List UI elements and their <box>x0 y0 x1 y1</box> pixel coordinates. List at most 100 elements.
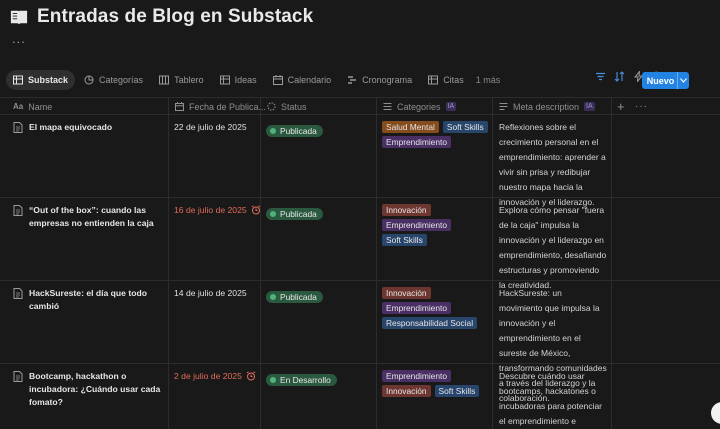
row-categories[interactable]: Innovación Emprendimiento Soft Skills <box>382 204 492 246</box>
row-status[interactable]: Publicada <box>266 121 323 139</box>
timeline-icon <box>348 76 357 84</box>
tab-label: Categorías <box>99 75 144 85</box>
calendar-icon <box>175 102 184 111</box>
text-icon: Aa <box>13 102 24 111</box>
table-icon <box>13 75 23 85</box>
tab-ideas[interactable]: Ideas <box>213 70 264 90</box>
category-tag[interactable]: Emprendimiento <box>382 219 451 231</box>
tab-label: Cronograma <box>362 75 413 85</box>
page-title: Entradas de Blog en Substack <box>37 6 314 27</box>
row-status[interactable]: En Desarrollo <box>266 370 337 388</box>
row-description[interactable]: Descubre cuándo usar bootcamps, hackaton… <box>499 369 607 429</box>
column-header-name[interactable]: Aa Name <box>8 98 52 115</box>
tab-cronograma[interactable]: Cronograma <box>340 70 419 90</box>
chevron-down-icon[interactable] <box>677 72 689 89</box>
category-tag[interactable]: Emprendimiento <box>382 302 451 314</box>
page-title-bar: Entradas de Blog en Substack <box>10 5 313 29</box>
tab-substack[interactable]: Substack <box>6 70 76 90</box>
row-categories[interactable]: Salud Mental Soft Skills Emprendimiento <box>382 121 492 148</box>
category-tag[interactable]: Emprendimiento <box>382 136 451 148</box>
column-options-button[interactable]: ··· <box>630 98 648 115</box>
table-row[interactable]: El mapa equivocado 22 de julio de 2025 P… <box>0 115 720 207</box>
view-bar: Substack Categorías Tablero Ideas Calend… <box>0 68 720 94</box>
tab-label: Ideas <box>234 75 257 85</box>
table-row[interactable]: Bootcamp, hackathon o incubadora: ¿Cuánd… <box>0 364 720 429</box>
tab-label: Tablero <box>174 75 204 85</box>
category-tag[interactable]: Soft Skills <box>382 234 427 246</box>
tab-label: Calendario <box>287 75 332 85</box>
board-icon <box>159 75 170 85</box>
row-name[interactable]: Bootcamp, hackathon o incubadora: ¿Cuánd… <box>13 370 163 409</box>
column-label: Categories <box>397 101 441 112</box>
table-row[interactable]: “Out of the box”: cuando las empresas no… <box>0 198 720 290</box>
new-button[interactable]: Nuevo <box>642 72 689 89</box>
status-dot <box>270 128 276 134</box>
column-label: Meta description <box>513 101 580 112</box>
date-text: 22 de julio de 2025 <box>174 122 247 132</box>
ai-badge: IA <box>584 102 595 111</box>
sort-icon[interactable] <box>614 71 625 82</box>
lines-icon <box>499 102 508 111</box>
status-icon <box>267 102 276 111</box>
table-row[interactable]: HackSureste: el día que todo cambió 14 d… <box>0 281 720 403</box>
status-text: Publicada <box>280 126 317 136</box>
page-more-button[interactable]: ... <box>12 31 26 46</box>
status-badge: Publicada <box>266 208 323 220</box>
row-categories[interactable]: Emprendimiento Innovación Soft Skills <box>382 370 492 397</box>
more-views-button[interactable]: 1 más <box>473 70 504 90</box>
category-tag[interactable]: Salud Mental <box>382 121 439 133</box>
status-badge: En Desarrollo <box>266 374 337 386</box>
filter-icon[interactable] <box>595 71 606 82</box>
row-date[interactable]: 22 de julio de 2025 <box>174 122 247 132</box>
status-badge: Publicada <box>266 125 323 137</box>
alarm-icon <box>251 205 260 215</box>
table-header: Aa Name Fecha de Publica... Status Categ… <box>0 97 720 115</box>
row-description[interactable]: Explora cómo pensar "fuera de la caja" i… <box>499 203 607 293</box>
row-date[interactable]: 16 de julio de 2025 <box>174 205 261 215</box>
document-icon <box>13 122 23 133</box>
category-tag[interactable]: Innovación <box>382 287 431 299</box>
status-dot <box>270 377 276 383</box>
row-status[interactable]: Publicada <box>266 204 323 222</box>
tab-categorias[interactable]: Categorías <box>77 70 150 90</box>
pie-chart-icon <box>84 75 94 85</box>
book-icon <box>10 10 28 25</box>
tab-citas[interactable]: Citas <box>421 70 471 90</box>
column-label: Name <box>28 101 53 112</box>
tab-tablero[interactable]: Tablero <box>152 70 211 90</box>
row-status[interactable]: Publicada <box>266 287 323 305</box>
view-tabs: Substack Categorías Tablero Ideas Calend… <box>6 70 505 90</box>
row-name[interactable]: HackSureste: el día que todo cambió <box>13 287 163 313</box>
category-tag[interactable]: Soft Skills <box>442 121 488 133</box>
category-tag[interactable]: Innovación <box>382 385 431 397</box>
status-text: En Desarrollo <box>280 375 331 385</box>
date-text: 14 de julio de 2025 <box>174 288 247 298</box>
table-icon <box>219 75 230 85</box>
column-header-meta-description[interactable]: Meta description IA <box>494 98 595 115</box>
add-column-button[interactable]: + <box>612 98 625 115</box>
row-title: HackSureste: el día que todo cambió <box>29 288 147 311</box>
row-description[interactable]: Reflexiones sobre el crecimiento persona… <box>499 120 607 210</box>
column-header-date[interactable]: Fecha de Publica... <box>170 98 266 115</box>
column-header-status[interactable]: Status <box>262 98 307 115</box>
tab-label: Substack <box>28 75 69 85</box>
alarm-icon <box>246 371 256 381</box>
category-tag[interactable]: Responsabilidad Social <box>382 317 478 329</box>
row-date[interactable]: 2 de julio de 2025 <box>174 371 256 381</box>
tab-label: Citas <box>443 75 464 85</box>
row-date[interactable]: 14 de julio de 2025 <box>174 288 247 298</box>
status-text: Publicada <box>280 209 317 219</box>
row-title: “Out of the box”: cuando las empresas no… <box>29 205 154 228</box>
row-categories[interactable]: Innovación Emprendimiento Responsabilidad … <box>382 287 492 329</box>
column-header-categories[interactable]: Categories IA <box>378 98 457 115</box>
tab-calendario[interactable]: Calendario <box>266 70 339 90</box>
column-label: Fecha de Publica... <box>189 101 267 112</box>
category-tag[interactable]: Emprendimiento <box>382 370 451 382</box>
row-title: Bootcamp, hackathon o incubadora: ¿Cuánd… <box>29 371 161 407</box>
category-tag[interactable]: Innovación <box>382 204 431 216</box>
row-name[interactable]: “Out of the box”: cuando las empresas no… <box>13 204 163 230</box>
table-icon <box>428 75 439 85</box>
category-tag[interactable]: Soft Skills <box>434 385 480 397</box>
row-name[interactable]: El mapa equivocado <box>13 121 163 134</box>
status-text: Publicada <box>280 292 317 302</box>
